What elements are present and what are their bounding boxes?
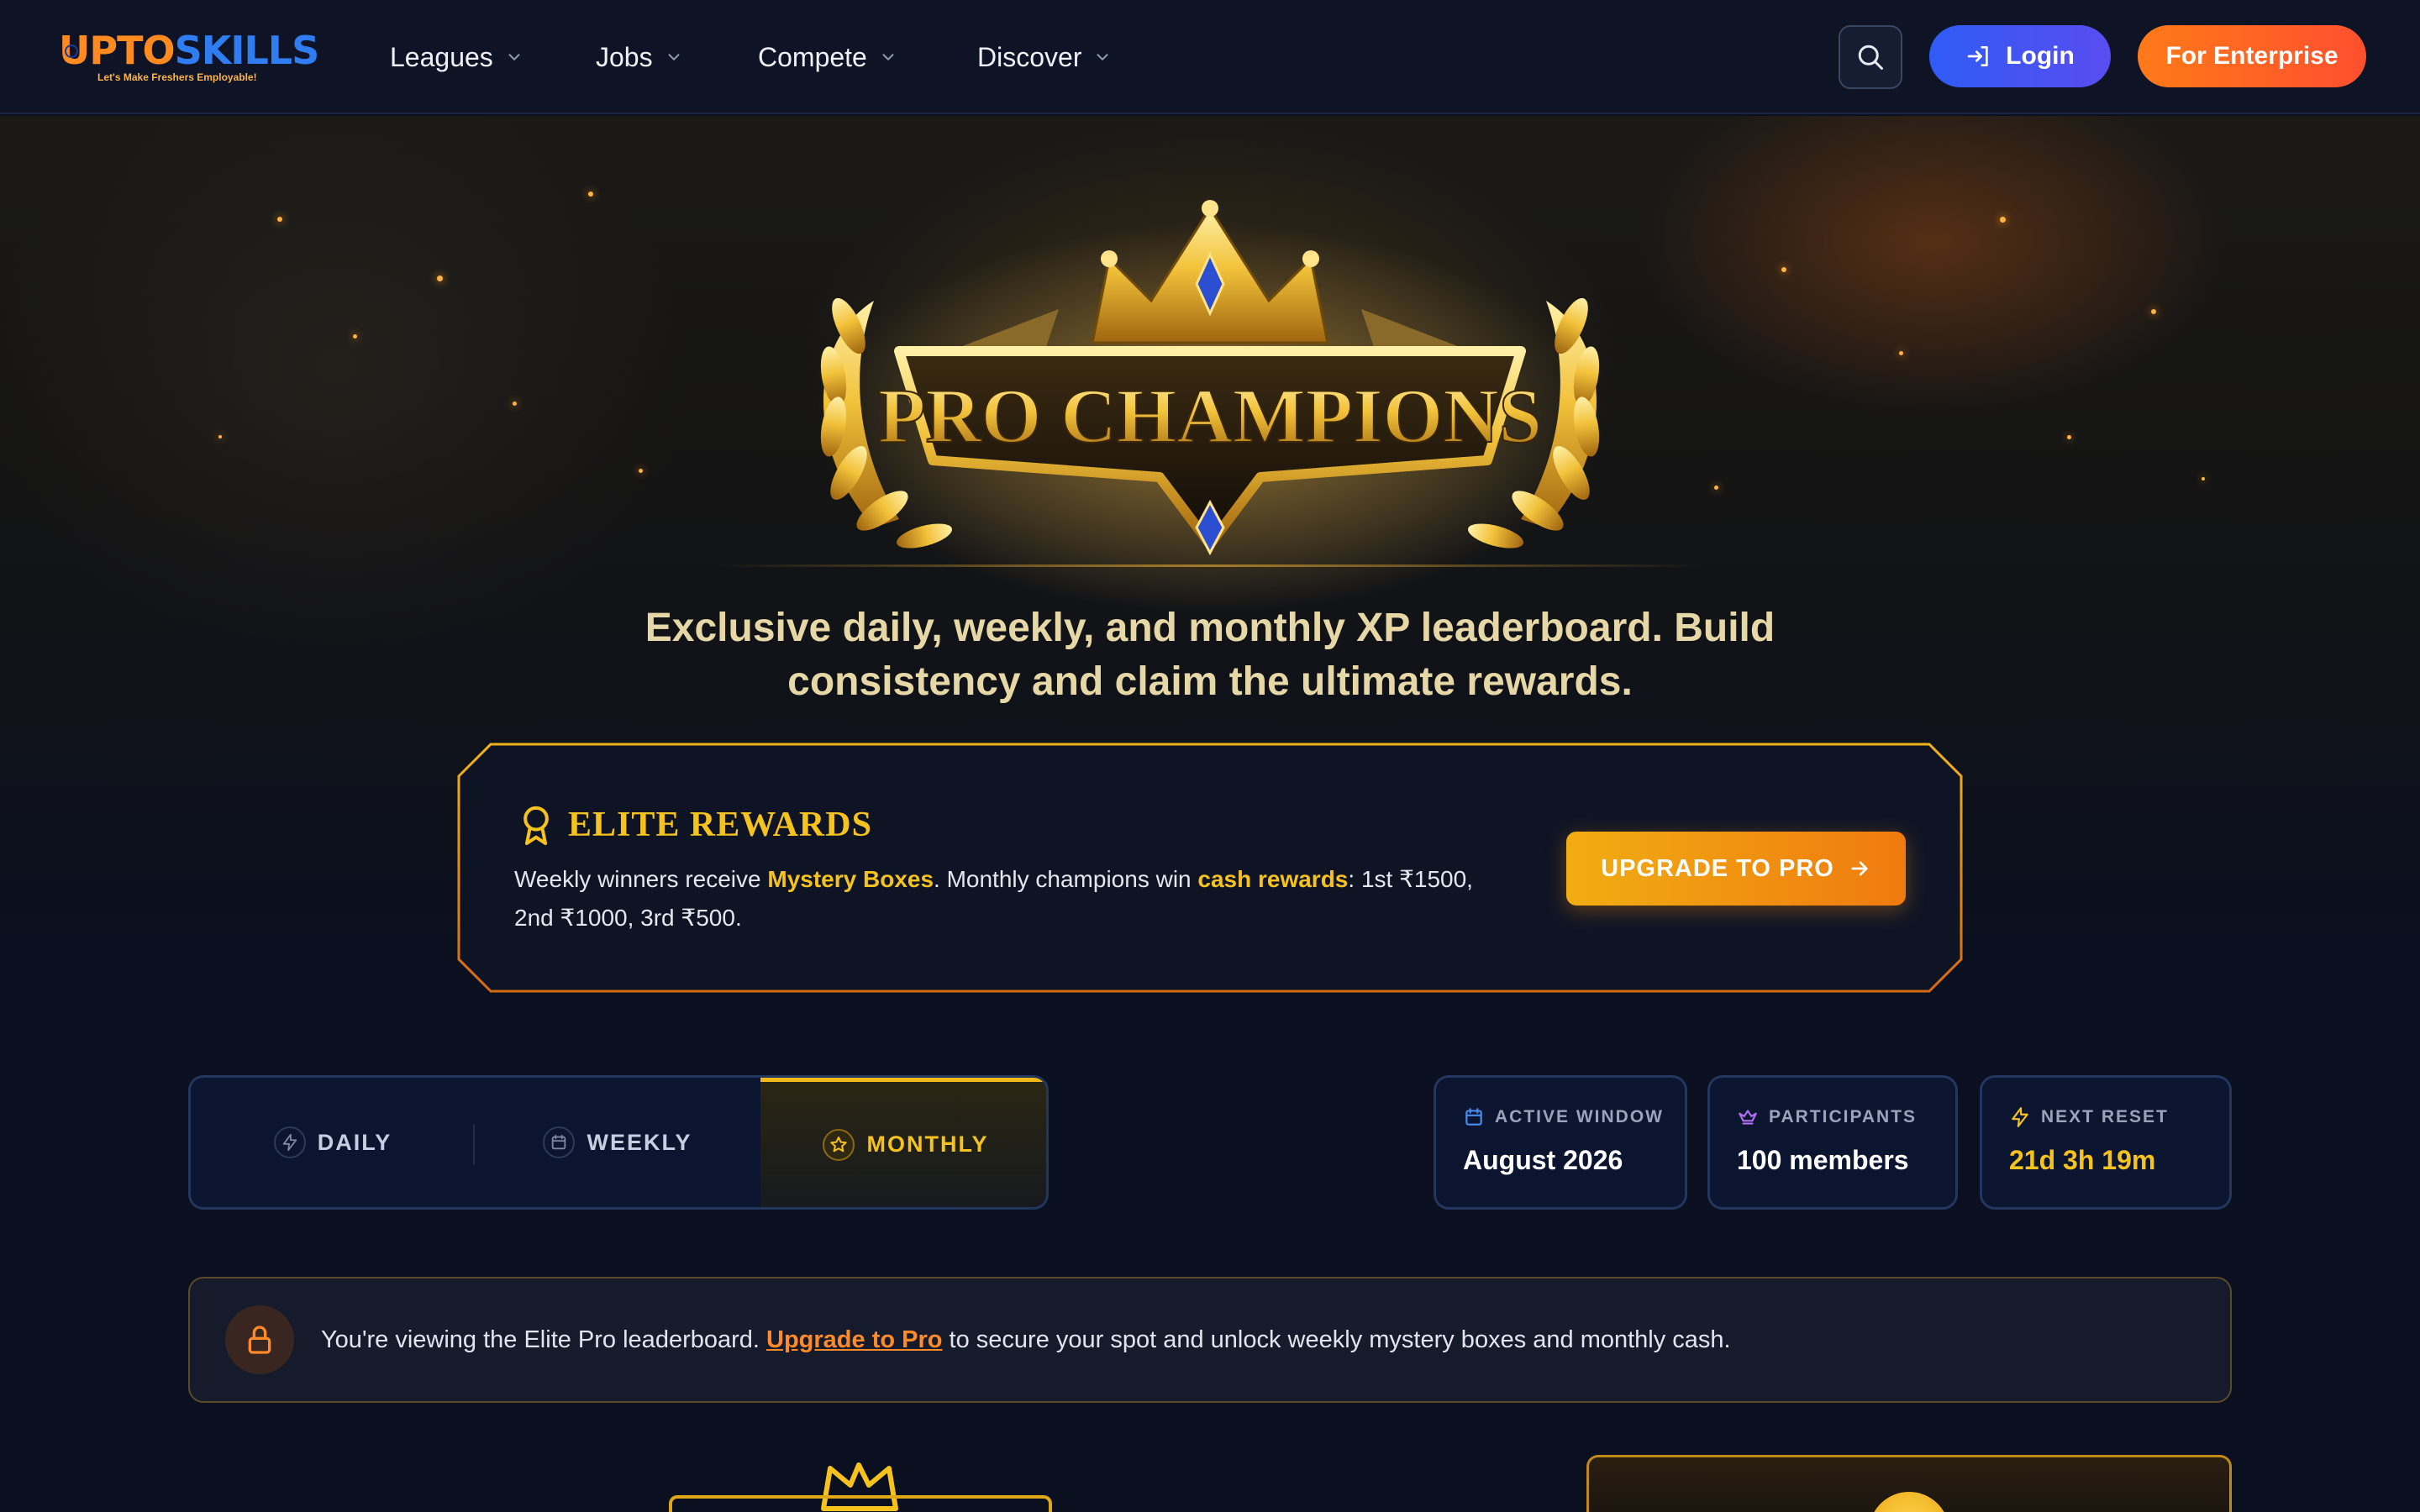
search-button[interactable] [1839,25,1902,89]
podium-card-peek [669,1495,1052,1512]
nav-item-label: Leagues [390,41,493,72]
stat-label: NEXT RESET [2041,1107,2169,1126]
nav-item-compete[interactable]: Compete [758,37,897,77]
tab-label: DAILY [317,1129,392,1155]
lock-icon [225,1305,294,1374]
tab-daily[interactable]: DAILY [191,1078,475,1207]
search-icon [1858,45,1883,70]
upgrade-to-pro-link[interactable]: Upgrade to Pro [766,1326,942,1353]
elite-rewards-card: ELITE REWARDS Weekly winners receive Mys… [457,743,1963,993]
stat-active-window: ACTIVE WINDOW August 2026 [1434,1075,1687,1210]
pro-champions-emblem: PRO CHAMPIONS [815,200,1605,612]
chevron-down-icon [1097,54,1108,60]
period-tabs: DAILY WEEKLY MONTHLY [188,1075,1049,1210]
upgrade-button-label: UPGRADE TO PRO [1601,854,1834,882]
elite-rewards-title: ELITE REWARDS [568,806,872,844]
enterprise-label: For Enterprise [2165,42,2338,70]
for-enterprise-button[interactable]: For Enterprise [2138,25,2366,87]
logo-text-skills: SKILLS [174,28,320,73]
hero-divider [714,564,1706,567]
nav-item-leagues[interactable]: Leagues [390,37,523,77]
notice-text: You're viewing the Elite Pro leaderboard… [321,1326,1731,1354]
upgrade-to-pro-button[interactable]: UPGRADE TO PRO [1566,832,1906,906]
stat-value: 100 members [1737,1145,1909,1175]
notice-text-part: You're viewing the Elite Pro leaderboard… [321,1326,767,1353]
chevron-down-icon [508,54,520,60]
award-ribbon-icon [523,806,549,846]
cash-rewards-highlight: cash rewards [1197,866,1349,892]
crown-icon [1739,1110,1757,1125]
stat-label: ACTIVE WINDOW [1495,1107,1664,1126]
nav-item-jobs[interactable]: Jobs [596,37,683,77]
tab-label: MONTHLY [866,1131,989,1157]
notice-text-part: to secure your spot and unlock weekly my… [942,1326,1731,1353]
stat-value: August 2026 [1463,1145,1623,1175]
nav-item-discover[interactable]: Discover [977,37,1112,77]
pro-leaderboard-notice: You're viewing the Elite Pro leaderboard… [188,1277,2232,1403]
star-icon [823,1128,855,1161]
login-button[interactable]: Login [1929,25,2111,87]
tab-weekly[interactable]: WEEKLY [475,1078,760,1207]
logo-tagline: Let's Make Freshers Employable! [97,71,257,83]
emblem-title: PRO CHAMPIONS [878,373,1542,459]
bolt-icon [2012,1107,2028,1127]
stat-label: PARTICIPANTS [1769,1107,1918,1126]
calendar-icon [1465,1108,1482,1126]
calendar-icon [543,1126,576,1158]
nav-item-label: Jobs [596,41,653,72]
rewards-text-part: . Monthly champions win [934,866,1198,892]
arrow-right-icon [1851,861,1868,876]
nav-item-label: Discover [977,41,1082,72]
tab-monthly[interactable]: MONTHLY [760,1078,1046,1207]
mystery-boxes-highlight: Mystery Boxes [767,866,934,892]
login-icon [1967,46,1988,66]
hero-tagline: Exclusive daily, weekly, and monthly XP … [644,606,1776,704]
rewards-text-part: Weekly winners receive [514,866,768,892]
chevron-down-icon [882,54,894,60]
uptoskills-logo[interactable]: UPTO SKILLS Let's Make Freshers Employabl… [54,25,319,89]
login-label: Login [2006,42,2075,70]
stat-next-reset: NEXT RESET 21d 3h 19m [1980,1075,2232,1210]
elite-rewards-description: Weekly winners receive Mystery Boxes. Mo… [514,860,1481,937]
tab-label: WEEKLY [587,1129,692,1155]
stat-participants: PARTICIPANTS 100 members [1707,1075,1958,1210]
top-navbar: UPTO SKILLS Let's Make Freshers Employabl… [0,0,2420,114]
nav-item-label: Compete [758,41,867,72]
bolt-icon [273,1126,306,1158]
chevron-down-icon [668,54,680,60]
stat-value: 21d 3h 19m [2009,1145,2156,1175]
